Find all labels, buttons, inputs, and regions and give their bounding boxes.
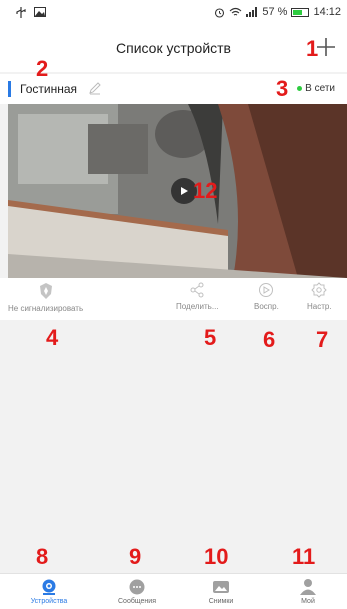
plus-icon [317, 38, 335, 56]
tab-devices[interactable]: Устройства [14, 578, 84, 605]
cell-signal-icon [246, 7, 258, 17]
bottom-tab-bar: Устройства Сообщения Снимки Мой [0, 573, 347, 609]
usb-icon [16, 6, 26, 18]
annotation-6: 6 [263, 327, 276, 352]
annotation-9: 9 [129, 544, 142, 569]
image-icon [34, 7, 46, 17]
annotation-11: 11 [292, 544, 316, 569]
camera-icon [42, 579, 56, 595]
status-bar: 57 % 14:12 [0, 0, 347, 24]
annotation-7: 7 [316, 327, 329, 352]
annotation-1: 1 [306, 36, 319, 61]
annotation-5: 5 [204, 325, 217, 350]
app-header: Список устройств [0, 24, 347, 72]
status-badge: В сети [297, 83, 335, 94]
wifi-icon [230, 7, 242, 16]
annotation-3: 3 [276, 76, 289, 101]
alarm-label: Не сигнализировать [8, 304, 84, 313]
user-icon [300, 579, 316, 595]
play-icon [181, 187, 188, 195]
annotation-2: 2 [36, 56, 49, 81]
status-right: 57 % 14:12 [214, 6, 341, 18]
battery-percent: 57 % [262, 6, 288, 18]
room-name[interactable]: Гостинная [20, 82, 77, 96]
settings-button[interactable]: Настр. [307, 282, 332, 311]
share-button[interactable]: Поделить... [176, 282, 219, 311]
playback-icon [259, 283, 274, 297]
annotation-12: 12 [193, 178, 218, 203]
card-accent-bar [8, 81, 11, 97]
tab-snapshots[interactable]: Снимки [186, 578, 256, 605]
photo-icon [213, 581, 229, 593]
video-preview[interactable] [8, 104, 347, 278]
tab-devices-label: Устройства [30, 598, 68, 605]
share-icon [190, 282, 204, 298]
edit-icon[interactable] [88, 81, 102, 95]
online-dot [297, 86, 303, 91]
tab-profile[interactable]: Мой [273, 578, 343, 605]
alarm-toggle[interactable]: Не сигнализировать [8, 282, 83, 313]
device-actions: Не сигнализировать Поделить... Воспр. На… [0, 278, 347, 320]
annotation-10: 10 [204, 544, 229, 569]
message-icon [129, 579, 145, 595]
annotation-4: 4 [46, 325, 59, 350]
playback-label: Воспр. [254, 302, 279, 311]
tab-profile-label: Мой [301, 598, 315, 605]
annotation-8: 8 [36, 544, 49, 569]
online-status: В сети [305, 83, 335, 94]
clock: 14:12 [313, 6, 341, 18]
gear-icon [311, 282, 327, 298]
device-card-header: Гостинная В сети [0, 74, 347, 104]
playback-button[interactable]: Воспр. [254, 282, 279, 311]
battery-icon [291, 7, 310, 17]
tab-snapshots-label: Снимки [208, 598, 234, 605]
shield-icon [39, 283, 52, 299]
page-title: Список устройств [116, 40, 231, 56]
share-label: Поделить... [176, 302, 219, 311]
settings-label: Настр. [307, 302, 332, 311]
tab-messages[interactable]: Сообщения [102, 578, 172, 605]
status-left [16, 6, 46, 18]
alarm-clock-icon [215, 7, 225, 18]
tab-messages-label: Сообщения [118, 598, 156, 605]
